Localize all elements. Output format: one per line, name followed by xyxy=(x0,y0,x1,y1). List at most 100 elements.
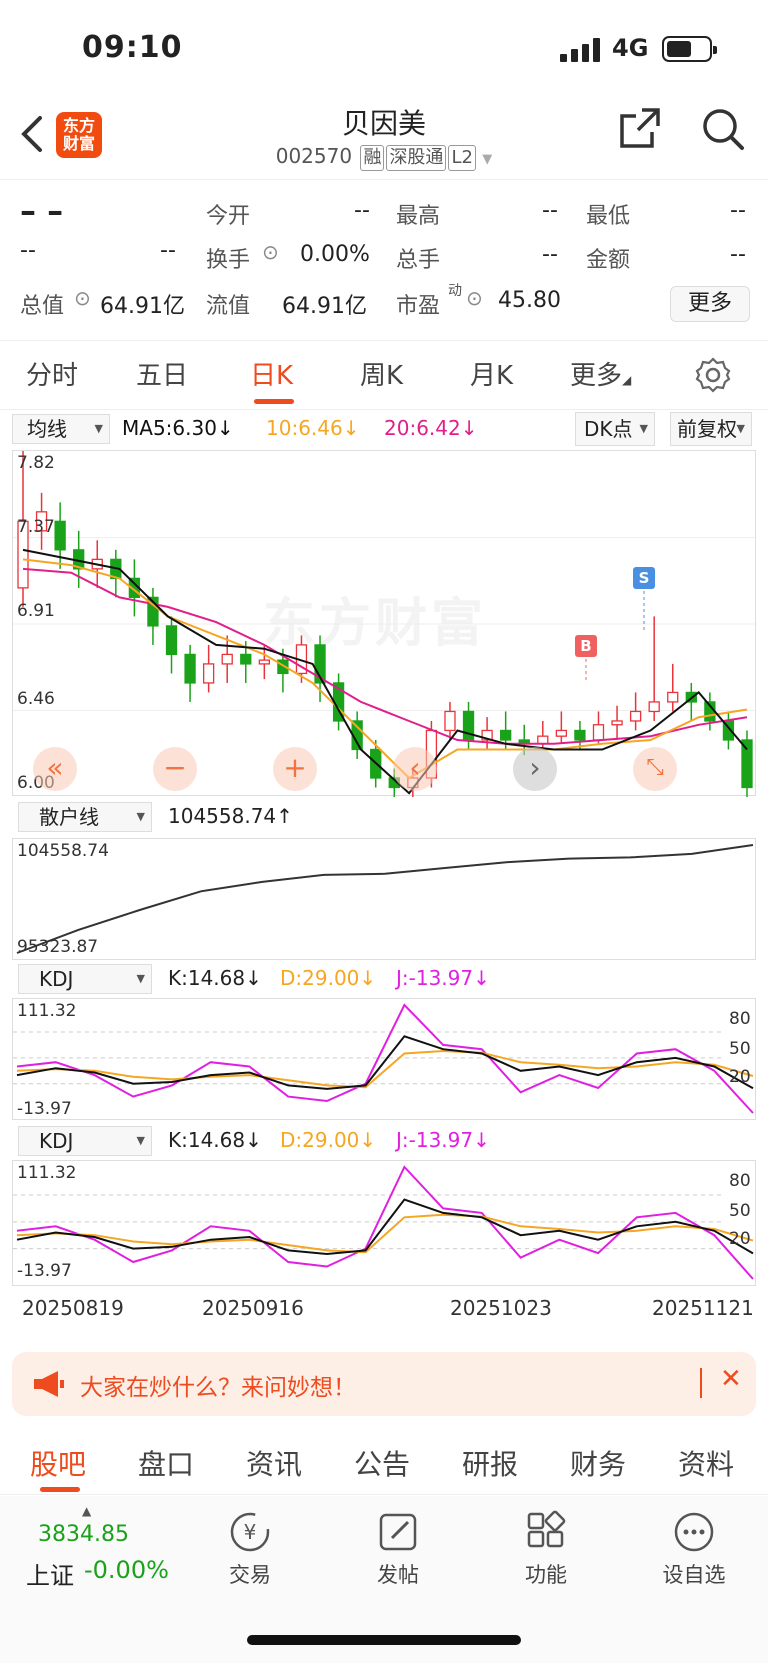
high-label: 最高 xyxy=(396,204,441,229)
level-label: 20 xyxy=(729,1067,751,1087)
expand-icon[interactable]: ▲ xyxy=(82,1504,91,1518)
home-indicator xyxy=(247,1635,521,1645)
index-change: -0.00% xyxy=(84,1556,169,1584)
watchlist-label: 设自选 xyxy=(662,1563,726,1587)
x-date-label: 20250819 xyxy=(22,1296,124,1320)
kdj-j-line xyxy=(16,1003,754,1114)
price-change: -- xyxy=(20,238,36,263)
float-value-label: 流值 xyxy=(206,294,251,319)
tab-profile[interactable]: 资料 xyxy=(678,1443,734,1483)
last-price: – – xyxy=(20,192,64,230)
low-value: -- xyxy=(730,198,746,223)
kdj-svg xyxy=(13,1165,754,1280)
tab-monthly-k[interactable]: 月K xyxy=(470,355,513,392)
zoom-out-icon[interactable]: − xyxy=(153,747,197,791)
tab-more[interactable]: 更多◢ xyxy=(570,355,631,392)
candle-body xyxy=(537,735,549,745)
high-value: -- xyxy=(542,198,558,223)
level-label: 80 xyxy=(729,1009,751,1029)
scroll-right-icon[interactable]: › xyxy=(513,747,557,791)
share-icon[interactable] xyxy=(618,106,662,150)
kline-chart[interactable]: 东方财富 7.82 7.37 6.91 6.46 6.00 B S « − + … xyxy=(12,450,757,797)
add-watchlist-button[interactable]: 设自选 xyxy=(644,1510,744,1589)
info-icon[interactable]: ⊙ xyxy=(74,286,91,310)
y-tick-label: 6.91 xyxy=(17,601,55,621)
info-tabs: 股吧 盘口 资讯 公告 研报 财务 资料 xyxy=(0,1425,768,1495)
info-icon[interactable]: ⊙ xyxy=(262,240,279,264)
buy-marker[interactable]: B xyxy=(575,635,597,657)
candle-body xyxy=(54,520,66,551)
stock-code: 002570 xyxy=(275,144,353,168)
turnover-label: 换手 xyxy=(206,248,251,273)
period-tabs: 分时 五日 日K 周K 月K 更多◢ xyxy=(0,340,768,410)
retail-line xyxy=(16,844,754,954)
kdj-chart[interactable]: 111.32 -13.97 80 50 20 xyxy=(12,1160,756,1286)
kdj-min-label: -13.97 xyxy=(17,1099,72,1119)
function-button[interactable]: 功能 xyxy=(496,1510,596,1589)
trade-button[interactable]: ¥ 交易 xyxy=(200,1510,300,1589)
retail-line-chart[interactable]: 104558.74 95323.87 xyxy=(12,838,756,960)
dk-point-selector[interactable]: DK点 xyxy=(575,412,655,446)
close-icon[interactable]: ✕ xyxy=(720,1364,742,1394)
tab-intraday[interactable]: 分时 xyxy=(26,355,78,392)
level-label: 20 xyxy=(729,1229,751,1249)
tab-research[interactable]: 研报 xyxy=(462,1443,518,1483)
tag-l2: L2 xyxy=(448,145,476,171)
tab-news[interactable]: 资讯 xyxy=(246,1443,302,1483)
candle-body xyxy=(611,720,623,726)
tab-handicap[interactable]: 盘口 xyxy=(138,1443,194,1483)
trade-label: 交易 xyxy=(229,1563,271,1587)
candle-body xyxy=(667,691,679,703)
kdj-svg xyxy=(13,1003,754,1114)
kdj-min-label: -13.97 xyxy=(17,1261,72,1281)
ask-banner[interactable]: 大家在炒什么？来问妙想！ ✕ xyxy=(12,1352,756,1416)
scroll-left-fast-icon[interactable]: « xyxy=(33,747,77,791)
post-label: 发帖 xyxy=(377,1563,419,1587)
amount-value: -- xyxy=(730,242,746,267)
candle-body xyxy=(165,625,178,656)
tab-five-day[interactable]: 五日 xyxy=(136,355,188,392)
more-dots-icon xyxy=(674,1512,714,1552)
candle-body xyxy=(648,701,660,713)
candle-body xyxy=(240,653,252,665)
pe-label: 市盈 xyxy=(396,294,441,319)
zoom-in-icon[interactable]: + xyxy=(273,747,317,791)
index-name: 上证 xyxy=(26,1562,74,1590)
indicator-selector[interactable]: 散户线 xyxy=(18,802,152,832)
kdj-selector[interactable]: KDJ xyxy=(18,1126,152,1156)
network-type: 4G xyxy=(612,34,649,62)
megaphone-icon xyxy=(34,1371,64,1397)
ma10-label: 10:6.46↓ xyxy=(266,416,360,440)
settings-icon[interactable] xyxy=(695,357,731,393)
post-button[interactable]: 发帖 xyxy=(348,1510,448,1589)
candle-body xyxy=(444,710,456,732)
tab-daily-k[interactable]: 日K xyxy=(250,355,293,392)
adjust-button[interactable]: 前复权 xyxy=(670,412,752,446)
index-value[interactable]: 3834.85 xyxy=(38,1522,129,1547)
dropdown-arrow-icon: ▼ xyxy=(482,152,493,167)
scroll-left-icon[interactable]: ‹ xyxy=(393,747,437,791)
retail-max-label: 104558.74 xyxy=(17,841,109,861)
trade-icon: ¥ xyxy=(230,1512,270,1552)
tab-finance[interactable]: 财务 xyxy=(570,1443,626,1483)
ma-selector[interactable]: 均线 xyxy=(12,414,110,444)
kdj-selector[interactable]: KDJ xyxy=(18,964,152,994)
tab-guba[interactable]: 股吧 xyxy=(30,1443,86,1483)
battery-icon xyxy=(662,36,717,62)
search-icon[interactable] xyxy=(700,106,746,152)
total-value: 64.91亿 xyxy=(100,294,185,319)
open-value: -- xyxy=(354,198,370,223)
function-label: 功能 xyxy=(525,1563,567,1587)
sell-marker[interactable]: S xyxy=(633,567,655,589)
tab-weekly-k[interactable]: 周K xyxy=(360,355,403,392)
fullscreen-icon[interactable]: ⤡ xyxy=(633,747,677,791)
candle-body xyxy=(258,659,270,665)
kdj-chart[interactable]: 111.32 -13.97 80 50 20 xyxy=(12,998,756,1120)
level-label: 80 xyxy=(729,1171,751,1191)
more-button[interactable]: 更多 xyxy=(670,286,750,322)
tab-announcement[interactable]: 公告 xyxy=(354,1443,410,1483)
info-icon[interactable]: ⊙ xyxy=(466,286,483,310)
kdj-j-line xyxy=(16,1165,754,1280)
level-label: 50 xyxy=(729,1039,751,1059)
x-date-label: 20251023 xyxy=(450,1296,552,1320)
